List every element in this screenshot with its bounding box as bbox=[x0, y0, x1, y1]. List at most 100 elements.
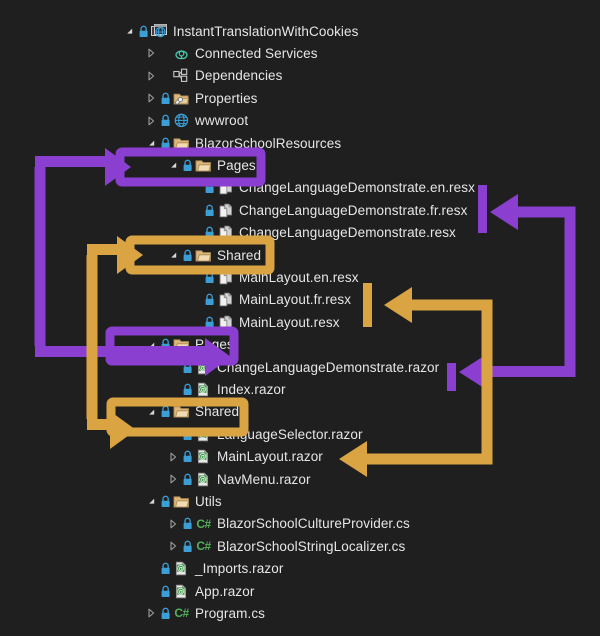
tree-item-changelanguagedemonstrate-resx[interactable]: ChangeLanguageDemonstrate.resx bbox=[188, 222, 456, 244]
tree-item-utils[interactable]: Utils bbox=[144, 490, 222, 512]
tree-item-label: ChangeLanguageDemonstrate.resx bbox=[239, 225, 456, 241]
lock-icon bbox=[180, 428, 194, 441]
tree-item-label: MainLayout.en.resx bbox=[239, 269, 359, 285]
tree-item-wwwroot[interactable]: wwwroot bbox=[144, 110, 248, 132]
tree-item-blazorschoolcultureprovider-cs[interactable]: C# BlazorSchoolCultureProvider.cs bbox=[166, 513, 410, 535]
tree-item-mainlayout-fr-resx[interactable]: MainLayout.fr.resx bbox=[188, 289, 351, 311]
chevron-right-icon[interactable] bbox=[166, 452, 180, 462]
resx-icon bbox=[216, 270, 235, 285]
tree-item-navmenu-razor[interactable]: @ NavMenu.razor bbox=[166, 468, 311, 490]
chevron-down-icon[interactable] bbox=[144, 138, 158, 148]
lock-icon bbox=[180, 383, 194, 396]
tree-item-languageselector-razor[interactable]: @ LanguageSelector.razor bbox=[166, 423, 363, 445]
chevron-right-icon[interactable] bbox=[166, 541, 180, 551]
tree-item-connected-services[interactable]: Connected Services bbox=[144, 42, 318, 64]
tree-item-index-razor[interactable]: @ Index.razor bbox=[166, 378, 286, 400]
svg-text:@: @ bbox=[199, 474, 207, 483]
svg-text:@: @ bbox=[199, 384, 207, 393]
tree-item-label: MainLayout.razor bbox=[217, 449, 323, 465]
tree-item-shared[interactable]: Shared bbox=[166, 244, 261, 266]
tree-item-label: MainLayout.fr.resx bbox=[239, 292, 352, 308]
tree-item-pages[interactable]: Pages bbox=[144, 334, 234, 356]
tree-item-instanttranslationwithcookies[interactable]: InstantTranslationWithCookies bbox=[122, 20, 358, 42]
wwwroot-globe-icon bbox=[172, 113, 191, 128]
connected-services-icon bbox=[172, 46, 191, 61]
lock-icon bbox=[180, 361, 194, 374]
tree-item-program-cs[interactable]: C# Program.cs bbox=[144, 602, 265, 624]
csharp-icon: C# bbox=[196, 539, 211, 554]
tree-item-imports-razor[interactable]: @ _Imports.razor bbox=[144, 558, 283, 580]
razor-icon: @ bbox=[172, 584, 191, 599]
chevron-right-icon[interactable] bbox=[144, 608, 158, 618]
tree-item-mainlayout-en-resx[interactable]: MainLayout.en.resx bbox=[188, 266, 359, 288]
solution-explorer-tree[interactable]: InstantTranslationWithCookies Connected S… bbox=[0, 0, 600, 636]
lock-icon bbox=[180, 517, 194, 530]
tree-item-dependencies[interactable]: Dependencies bbox=[144, 65, 283, 87]
tree-item-pages[interactable]: Pages bbox=[166, 154, 256, 176]
tree-item-label: BlazorSchoolResources bbox=[195, 135, 342, 151]
lock-icon bbox=[158, 607, 172, 620]
razor-icon: @ bbox=[194, 472, 213, 487]
tree-item-label: LanguageSelector.razor bbox=[217, 426, 363, 442]
razor-icon: @ bbox=[194, 382, 213, 397]
tree-item-label: ChangeLanguageDemonstrate.fr.resx bbox=[239, 202, 468, 218]
lock-icon bbox=[158, 114, 172, 127]
tree-item-label: Shared bbox=[195, 404, 240, 420]
tree-item-label: ChangeLanguageDemonstrate.razor bbox=[217, 359, 440, 375]
lock-icon bbox=[202, 181, 216, 194]
tree-item-label: _Imports.razor bbox=[195, 561, 284, 577]
tree-item-label: Properties bbox=[195, 90, 258, 106]
chevron-right-icon[interactable] bbox=[144, 116, 158, 126]
razor-icon: @ bbox=[194, 427, 213, 442]
tree-item-label: BlazorSchoolCultureProvider.cs bbox=[217, 516, 410, 532]
svg-text:@: @ bbox=[177, 564, 185, 573]
tree-item-label: wwwroot bbox=[195, 113, 249, 129]
tree-item-mainlayout-resx[interactable]: MainLayout.resx bbox=[188, 311, 340, 333]
razor-icon: @ bbox=[194, 449, 213, 464]
lock-icon bbox=[158, 495, 172, 508]
tree-item-blazorschoolstringlocalizer-cs[interactable]: C# BlazorSchoolStringLocalizer.cs bbox=[166, 535, 405, 557]
folder-icon bbox=[172, 136, 191, 151]
razor-icon: @ bbox=[172, 561, 191, 576]
tree-item-blazorschoolresources[interactable]: BlazorSchoolResources bbox=[144, 132, 341, 154]
csharp-icon: C# bbox=[174, 606, 189, 621]
tree-item-mainlayout-razor[interactable]: @ MainLayout.razor bbox=[166, 446, 323, 468]
tree-item-changelanguagedemonstrate-razor[interactable]: @ ChangeLanguageDemonstrate.razor bbox=[166, 356, 439, 378]
csharp-icon: C# bbox=[196, 516, 211, 531]
svg-text:@: @ bbox=[199, 429, 207, 438]
chevron-right-icon[interactable] bbox=[144, 71, 158, 81]
lock-icon bbox=[180, 450, 194, 463]
tree-item-shared[interactable]: Shared bbox=[144, 401, 239, 423]
chevron-down-icon[interactable] bbox=[144, 340, 158, 350]
tree-item-label: Pages bbox=[217, 157, 256, 173]
tree-item-changelanguagedemonstrate-en-resx[interactable]: ChangeLanguageDemonstrate.en.resx bbox=[188, 177, 475, 199]
chevron-down-icon[interactable] bbox=[166, 250, 180, 260]
dependencies-icon bbox=[172, 68, 191, 83]
chevron-right-icon[interactable] bbox=[166, 519, 180, 529]
tree-item-label: BlazorSchoolStringLocalizer.cs bbox=[217, 538, 406, 554]
lock-icon bbox=[202, 204, 216, 217]
tree-item-label: Shared bbox=[217, 247, 262, 263]
tree-item-app-razor[interactable]: @ App.razor bbox=[144, 580, 254, 602]
chevron-right-icon[interactable] bbox=[144, 48, 158, 58]
lock-icon bbox=[180, 159, 194, 172]
lock-icon bbox=[158, 137, 172, 150]
lock-icon bbox=[158, 585, 172, 598]
resx-icon bbox=[216, 292, 235, 307]
tree-item-changelanguagedemonstrate-fr-resx[interactable]: ChangeLanguageDemonstrate.fr.resx bbox=[188, 199, 467, 221]
tree-item-label: Pages bbox=[195, 337, 234, 353]
lock-icon bbox=[202, 293, 216, 306]
tree-item-properties[interactable]: Properties bbox=[144, 87, 258, 109]
chevron-right-icon[interactable] bbox=[166, 474, 180, 484]
chevron-right-icon[interactable] bbox=[144, 93, 158, 103]
chevron-down-icon[interactable] bbox=[144, 496, 158, 506]
chevron-down-icon[interactable] bbox=[166, 160, 180, 170]
lock-icon bbox=[202, 271, 216, 284]
project-web-icon bbox=[150, 23, 169, 39]
svg-text:@: @ bbox=[177, 586, 185, 595]
chevron-down-icon[interactable] bbox=[122, 26, 136, 36]
tree-item-label: MainLayout.resx bbox=[239, 314, 340, 330]
lock-icon bbox=[158, 92, 172, 105]
resx-icon bbox=[216, 315, 235, 330]
chevron-down-icon[interactable] bbox=[144, 407, 158, 417]
